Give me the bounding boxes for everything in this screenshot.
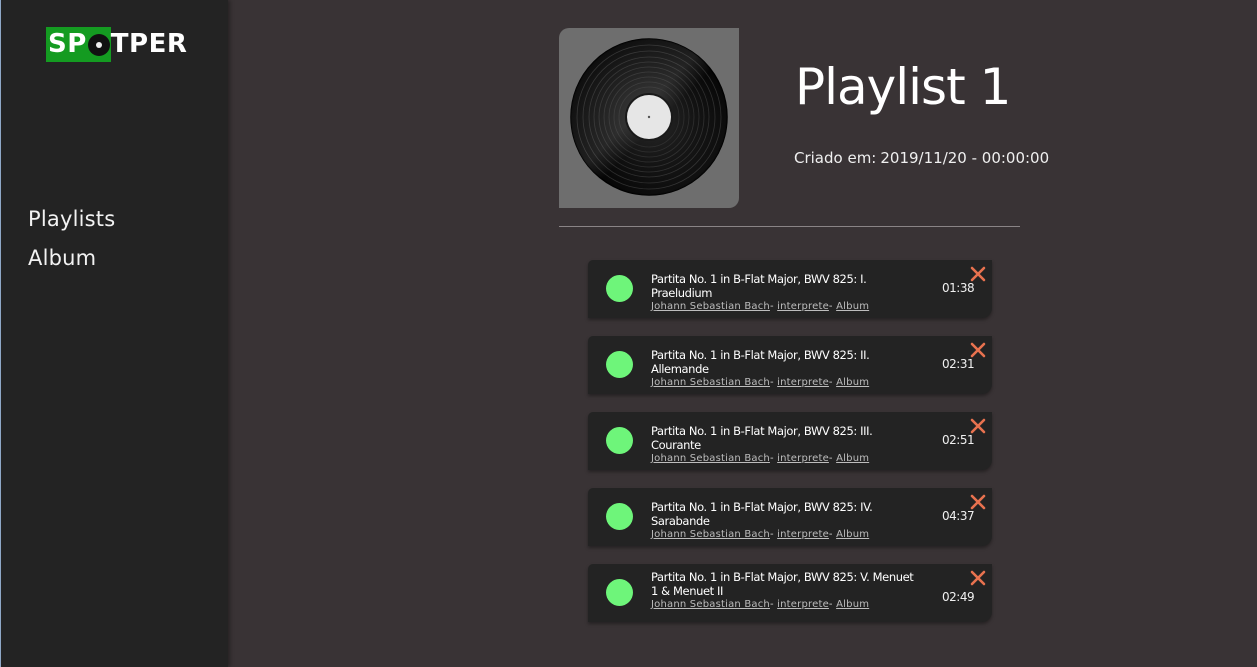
vinyl-logo-icon	[87, 33, 110, 56]
app-logo[interactable]: SP TPER	[46, 27, 187, 62]
meta-separator: -	[769, 599, 774, 610]
album-link[interactable]: Album	[836, 301, 869, 312]
track-name: Partita No. 1 in B-Flat Major, BWV 825: …	[651, 348, 870, 376]
track-meta: Johann Sebastian Bach- interprete- Album	[651, 376, 921, 390]
album-link[interactable]: Album	[836, 599, 869, 610]
track-list: Partita No. 1 in B-Flat Major, BWV 825: …	[588, 260, 992, 640]
track-row[interactable]: Partita No. 1 in B-Flat Major, BWV 825: …	[588, 488, 992, 546]
track-meta: Johann Sebastian Bach- interprete- Album	[651, 598, 921, 612]
meta-separator: -	[828, 453, 833, 464]
sidebar: SP TPER Playlists Album	[0, 0, 228, 667]
playlist-created-date: Criado em: 2019/11/20 - 00:00:00	[794, 147, 1049, 169]
composer-link[interactable]: Johann Sebastian Bach	[651, 377, 770, 388]
composer-link[interactable]: Johann Sebastian Bach	[651, 599, 770, 610]
track-row[interactable]: Partita No. 1 in B-Flat Major, BWV 825: …	[588, 336, 992, 394]
track-info: Partita No. 1 in B-Flat Major, BWV 825: …	[651, 500, 921, 542]
meta-separator: -	[828, 529, 833, 540]
track-row[interactable]: Partita No. 1 in B-Flat Major, BWV 825: …	[588, 412, 992, 470]
header-divider	[559, 226, 1020, 227]
composer-link[interactable]: Johann Sebastian Bach	[651, 529, 770, 540]
play-button[interactable]	[606, 503, 633, 530]
performer-link[interactable]: interprete	[777, 453, 829, 464]
track-duration: 02:49	[942, 590, 975, 604]
remove-track-icon[interactable]	[969, 341, 987, 359]
track-meta: Johann Sebastian Bach- interprete- Album	[651, 528, 921, 542]
vinyl-record-icon	[570, 38, 728, 196]
created-label: Criado em:	[794, 149, 877, 167]
performer-link[interactable]: interprete	[777, 529, 829, 540]
album-link[interactable]: Album	[836, 529, 869, 540]
meta-separator: -	[769, 453, 774, 464]
album-link[interactable]: Album	[836, 453, 869, 464]
album-link[interactable]: Album	[836, 377, 869, 388]
track-row[interactable]: Partita No. 1 in B-Flat Major, BWV 825: …	[588, 260, 992, 318]
play-button[interactable]	[606, 427, 633, 454]
logo-text-left: SP	[48, 29, 87, 59]
created-value: 2019/11/20 - 00:00:00	[880, 149, 1050, 167]
sidebar-nav: Playlists Album	[28, 200, 115, 278]
remove-track-icon[interactable]	[969, 265, 987, 283]
sidebar-item-playlists[interactable]: Playlists	[28, 200, 115, 239]
track-info: Partita No. 1 in B-Flat Major, BWV 825: …	[651, 424, 921, 466]
meta-separator: -	[828, 377, 833, 388]
play-button[interactable]	[606, 351, 633, 378]
track-name: Partita No. 1 in B-Flat Major, BWV 825: …	[651, 570, 914, 598]
track-name: Partita No. 1 in B-Flat Major, BWV 825: …	[651, 272, 867, 300]
play-button[interactable]	[606, 579, 633, 606]
composer-link[interactable]: Johann Sebastian Bach	[651, 453, 770, 464]
meta-separator: -	[828, 599, 833, 610]
performer-link[interactable]: interprete	[777, 301, 829, 312]
track-meta: Johann Sebastian Bach- interprete- Album	[651, 452, 921, 466]
remove-track-icon[interactable]	[969, 493, 987, 511]
track-row[interactable]: Partita No. 1 in B-Flat Major, BWV 825: …	[588, 564, 992, 622]
track-info: Partita No. 1 in B-Flat Major, BWV 825: …	[651, 272, 921, 314]
sidebar-edge	[0, 0, 1, 667]
track-info: Partita No. 1 in B-Flat Major, BWV 825: …	[651, 570, 921, 612]
logo-text-right: TPER	[110, 29, 188, 59]
track-name: Partita No. 1 in B-Flat Major, BWV 825: …	[651, 424, 873, 452]
remove-track-icon[interactable]	[969, 417, 987, 435]
playlist-title: Playlist 1	[795, 58, 1011, 116]
track-name: Partita No. 1 in B-Flat Major, BWV 825: …	[651, 500, 873, 528]
meta-separator: -	[769, 529, 774, 540]
sidebar-item-album[interactable]: Album	[28, 239, 115, 278]
remove-track-icon[interactable]	[969, 569, 987, 587]
play-button[interactable]	[606, 275, 633, 302]
playlist-cover	[559, 28, 739, 208]
performer-link[interactable]: interprete	[777, 599, 829, 610]
composer-link[interactable]: Johann Sebastian Bach	[651, 301, 770, 312]
logo-green-box: SP	[46, 27, 111, 62]
performer-link[interactable]: interprete	[777, 377, 829, 388]
meta-separator: -	[828, 301, 833, 312]
track-meta: Johann Sebastian Bach- interprete- Album	[651, 300, 921, 314]
meta-separator: -	[769, 377, 774, 388]
track-info: Partita No. 1 in B-Flat Major, BWV 825: …	[651, 348, 921, 390]
meta-separator: -	[769, 301, 774, 312]
